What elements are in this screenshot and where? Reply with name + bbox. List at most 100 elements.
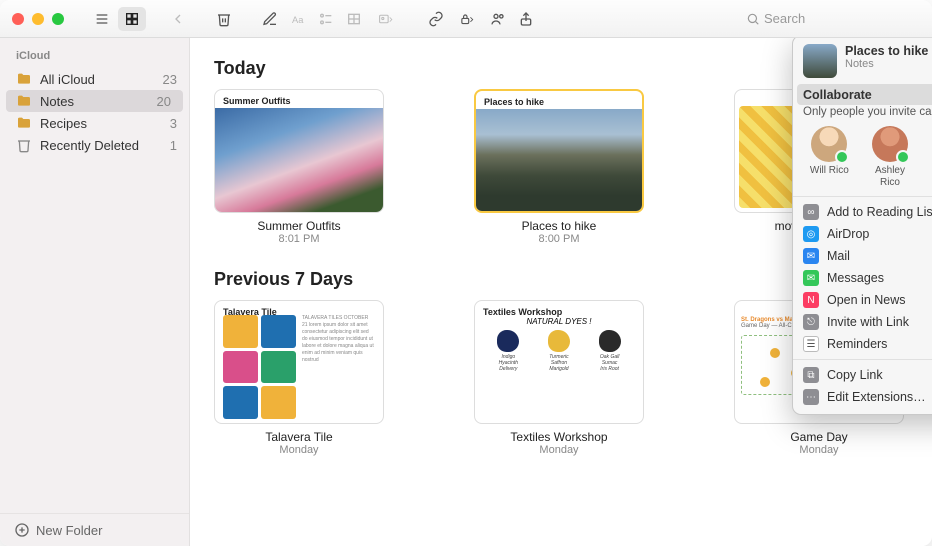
sidebar-item-label: Notes	[40, 94, 74, 109]
share-mode-label: Collaborate	[803, 88, 872, 102]
news-icon: N	[803, 292, 819, 308]
media-button[interactable]	[368, 7, 404, 31]
share-footer: ⧉Copy Link ⋯Edit Extensions…	[793, 360, 932, 414]
note-time: 8:00 PM	[539, 233, 580, 245]
note-thumb-title: Textiles Workshop	[475, 301, 570, 319]
window-controls	[12, 13, 64, 25]
share-action-reminders[interactable]: ☰Reminders	[793, 333, 932, 355]
close-button[interactable]	[12, 13, 24, 25]
notes-grid: Today Summer Outfits Summer Outfits 8:01…	[190, 38, 932, 546]
share-permission-row[interactable]: Only people you invite can edit ›	[793, 105, 932, 124]
sidebar-item-notes[interactable]: Notes 20	[6, 90, 183, 112]
note-card[interactable]: Textiles Workshop NATURAL DYES ! IndigoH…	[474, 300, 644, 456]
note-thumbnail: Textiles Workshop NATURAL DYES ! IndigoH…	[474, 300, 644, 424]
share-action-airdrop[interactable]: ◎AirDrop	[793, 223, 932, 245]
back-button[interactable]	[164, 7, 192, 31]
share-person[interactable]: RicoFamily	[923, 126, 932, 188]
share-popover: Places to hike Notes Collaborate ⌃⌄ Only…	[792, 38, 932, 415]
mail-icon: ✉	[803, 248, 819, 264]
share-action-mail[interactable]: ✉Mail	[793, 245, 932, 267]
sidebar-item-count: 1	[170, 138, 177, 153]
sidebar-item-recently-deleted[interactable]: Recently Deleted 1	[0, 134, 189, 156]
new-folder-label: New Folder	[36, 523, 102, 538]
note-title: Talavera Tile	[265, 430, 332, 444]
minimize-button[interactable]	[32, 13, 44, 25]
share-person[interactable]: Will Rico	[801, 126, 857, 188]
note-thumbnail: Talavera Tile TALAVERA TILES OCTOBER 21 …	[214, 300, 384, 424]
share-action-invite-link[interactable]: ⎋Invite with Link	[793, 311, 932, 333]
trash-icon	[16, 137, 32, 153]
delete-button[interactable]	[210, 7, 238, 31]
avatar	[872, 126, 908, 162]
link-icon: ⎋	[803, 314, 819, 330]
reading-list-icon: ∞	[803, 204, 819, 220]
sidebar-item-label: Recipes	[40, 116, 87, 131]
app-window: Aa Search iCloud All iCloud 23 Notes 20	[0, 0, 932, 546]
note-thumbnail: Summer Outfits	[214, 89, 384, 213]
sidebar: iCloud All iCloud 23 Notes 20 Recipes 3 …	[0, 38, 190, 546]
note-time: 8:01 PM	[279, 233, 320, 245]
share-person[interactable]: AshleyRico	[862, 126, 918, 188]
share-action-news[interactable]: NOpen in News	[793, 289, 932, 311]
folder-icon	[16, 71, 32, 87]
lock-button[interactable]	[450, 7, 484, 31]
view-mode-group	[88, 7, 146, 31]
airdrop-icon: ◎	[803, 226, 819, 242]
share-action-messages[interactable]: ✉Messages	[793, 267, 932, 289]
note-card[interactable]: Summer Outfits Summer Outfits 8:01 PM	[214, 89, 384, 245]
table-button[interactable]	[340, 7, 368, 31]
search-field[interactable]: Search	[740, 7, 920, 31]
sidebar-item-recipes[interactable]: Recipes 3	[0, 112, 189, 134]
messages-icon: ✉	[803, 270, 819, 286]
avatar	[811, 126, 847, 162]
sidebar-item-all-icloud[interactable]: All iCloud 23	[0, 68, 189, 90]
note-thumb-title: Summer Outfits	[215, 90, 383, 108]
new-folder-button[interactable]: New Folder	[0, 513, 189, 546]
extensions-icon: ⋯	[803, 389, 819, 405]
note-time: Monday	[799, 444, 838, 456]
folder-icon	[16, 115, 32, 131]
share-actions: ∞Add to Reading List ◎AirDrop ✉Mail ✉Mes…	[793, 197, 932, 360]
reminders-icon: ☰	[803, 336, 819, 352]
share-copy-link[interactable]: ⧉Copy Link	[793, 364, 932, 386]
sidebar-account-header: iCloud	[0, 48, 189, 68]
thumb-text: TALAVERA TILES OCTOBER 21 lorem ipsum do…	[302, 315, 375, 419]
note-title: Textiles Workshop	[510, 430, 607, 444]
zoom-button[interactable]	[52, 13, 64, 25]
list-view-button[interactable]	[88, 7, 116, 31]
share-action-reading-list[interactable]: ∞Add to Reading List	[793, 201, 932, 223]
titlebar: Aa Search	[0, 0, 932, 38]
note-title: Places to hike	[522, 219, 597, 233]
share-title: Places to hike	[845, 44, 928, 58]
share-mode-select[interactable]: Collaborate ⌃⌄	[797, 84, 932, 105]
note-thumb-title: Talavera Tile	[215, 301, 285, 319]
share-people: Will Rico AshleyRico RicoFamily	[793, 124, 932, 197]
note-card[interactable]: Talavera Tile TALAVERA TILES OCTOBER 21 …	[214, 300, 384, 456]
gallery-view-button[interactable]	[118, 7, 146, 31]
search-icon	[746, 12, 760, 26]
checklist-button[interactable]	[312, 7, 340, 31]
plus-circle-icon	[14, 522, 30, 538]
sidebar-item-label: Recently Deleted	[40, 138, 139, 153]
note-time: Monday	[539, 444, 578, 456]
share-button[interactable]	[512, 7, 540, 31]
copy-link-icon: ⧉	[803, 367, 819, 383]
share-permission-label: Only people you invite can edit	[803, 106, 932, 118]
link-button[interactable]	[422, 7, 450, 31]
note-card[interactable]: Places to hike Places to hike 8:00 PM	[474, 89, 644, 245]
compose-button[interactable]	[256, 7, 284, 31]
share-subtitle: Notes	[845, 58, 928, 70]
share-edit-extensions[interactable]: ⋯Edit Extensions…	[793, 386, 932, 408]
collaborate-button[interactable]	[484, 7, 512, 31]
sidebar-item-label: All iCloud	[40, 72, 95, 87]
sidebar-item-count: 23	[163, 72, 177, 87]
note-time: Monday	[279, 444, 318, 456]
messages-badge-icon	[835, 150, 849, 164]
svg-text:Aa: Aa	[292, 15, 304, 25]
sidebar-item-count: 20	[157, 94, 171, 109]
format-button[interactable]: Aa	[284, 7, 312, 31]
share-thumbnail	[803, 44, 837, 78]
sidebar-item-count: 3	[170, 116, 177, 131]
note-thumbnail: Places to hike	[474, 89, 644, 213]
note-thumb-title: Places to hike	[476, 91, 642, 109]
